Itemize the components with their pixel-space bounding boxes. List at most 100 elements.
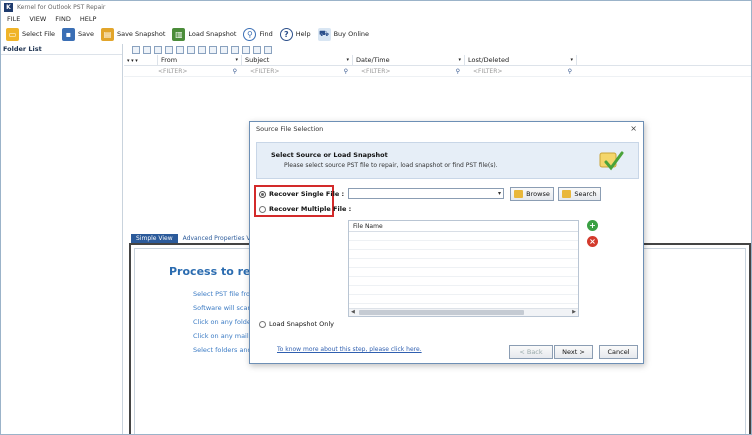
next-button[interactable]: Next > bbox=[554, 345, 593, 359]
browse-button[interactable]: Browse bbox=[510, 187, 554, 201]
title-bar: K Kernel for Outlook PST Repair bbox=[1, 1, 751, 13]
close-icon: × bbox=[589, 236, 596, 246]
menu-find[interactable]: FIND bbox=[55, 15, 71, 23]
filter-lost-deleted-placeholder: <FILTER> bbox=[473, 67, 503, 75]
process-step-4: Click on any mail to bbox=[193, 332, 258, 340]
filter-date-time-placeholder: <FILTER> bbox=[361, 67, 391, 75]
filter-from[interactable]: <FILTER> ⚲ bbox=[150, 66, 242, 77]
file-name-list[interactable]: File Name ◀ ▶ bbox=[348, 220, 579, 317]
view-icon-9[interactable] bbox=[220, 45, 228, 54]
save-snapshot-button[interactable]: ▤ Save Snapshot bbox=[100, 27, 166, 41]
tab-simple-view[interactable]: Simple View bbox=[131, 234, 178, 243]
magnifier-icon: ⚲ bbox=[567, 67, 572, 75]
close-icon[interactable]: × bbox=[630, 124, 637, 133]
scrollbar-thumb[interactable] bbox=[359, 310, 524, 315]
chevron-right-icon[interactable]: ▶ bbox=[572, 309, 576, 315]
list-item bbox=[349, 232, 578, 241]
chevron-down-icon: ▾ bbox=[458, 56, 461, 63]
buy-online-button[interactable]: ⛟ Buy Online bbox=[317, 27, 370, 41]
save-button[interactable]: ▪ Save bbox=[62, 27, 94, 41]
filter-subject[interactable]: <FILTER> ⚲ bbox=[242, 66, 353, 77]
column-from-label: From bbox=[161, 55, 178, 64]
dialog-banner: Select Source or Load Snapshot Please se… bbox=[256, 142, 639, 179]
list-item bbox=[349, 277, 578, 286]
load-snapshot-icon: ▥ bbox=[172, 27, 186, 41]
grid-filter-row: <FILTER> ⚲ <FILTER> ⚲ <FILTER> ⚲ <FILTER… bbox=[124, 66, 751, 77]
chevron-down-icon: ▾ bbox=[570, 56, 573, 63]
view-icon-12[interactable] bbox=[253, 45, 261, 54]
column-lost-deleted-label: Lost/Deleted bbox=[468, 55, 510, 64]
banner-title: Select Source or Load Snapshot bbox=[271, 151, 388, 159]
folder-icon bbox=[514, 190, 524, 198]
save-snapshot-label: Save Snapshot bbox=[116, 30, 166, 38]
source-file-selection-dialog: Source File Selection × Select Source or… bbox=[249, 121, 644, 364]
recover-single-file-radio[interactable]: Recover Single File : bbox=[259, 190, 344, 198]
load-snapshot-button[interactable]: ▥ Load Snapshot bbox=[172, 27, 237, 41]
load-snapshot-only-radio[interactable]: Load Snapshot Only bbox=[259, 320, 334, 328]
view-icon-6[interactable] bbox=[187, 45, 195, 54]
remove-file-button[interactable]: × bbox=[587, 236, 598, 247]
file-name-column-header: File Name bbox=[349, 221, 578, 232]
folder-list-header: Folder List bbox=[1, 44, 122, 55]
buy-online-label: Buy Online bbox=[333, 30, 370, 38]
help-link[interactable]: To know more about this step, please cli… bbox=[277, 346, 422, 353]
back-button[interactable]: < Back bbox=[509, 345, 553, 359]
horizontal-scrollbar[interactable]: ◀ ▶ bbox=[349, 308, 578, 316]
view-icon-1[interactable] bbox=[132, 45, 140, 54]
column-date-time-label: Date/Time bbox=[356, 55, 390, 64]
radio-dot bbox=[259, 205, 266, 213]
view-icon-10[interactable] bbox=[231, 45, 239, 54]
view-icon-11[interactable] bbox=[242, 45, 250, 54]
view-icon-7[interactable] bbox=[198, 45, 206, 54]
menu-help[interactable]: HELP bbox=[80, 15, 97, 23]
radio-dot bbox=[259, 320, 266, 328]
recover-single-file-label: Recover Single File : bbox=[269, 190, 345, 198]
view-icon-4[interactable] bbox=[165, 45, 173, 54]
folder-list-pane: Folder List bbox=[1, 44, 123, 434]
grid-column-header: ▾ ▾ ▾ From ▾ Subject ▾ Date/Time ▾ Lost/… bbox=[124, 54, 751, 66]
list-item bbox=[349, 286, 578, 295]
find-label: Find bbox=[259, 30, 273, 38]
view-icon-strip bbox=[124, 44, 751, 55]
chevron-down-icon: ▾ bbox=[346, 56, 349, 63]
save-label: Save bbox=[78, 30, 94, 38]
list-item bbox=[349, 268, 578, 277]
menu-view[interactable]: VIEW bbox=[29, 15, 46, 23]
find-button[interactable]: ⚲ Find bbox=[243, 27, 273, 41]
source-file-path-select[interactable]: ▾ bbox=[348, 188, 504, 199]
search-button[interactable]: Search bbox=[558, 187, 601, 201]
column-from[interactable]: From ▾ bbox=[158, 54, 242, 66]
column-flags[interactable]: ▾ ▾ ▾ bbox=[124, 54, 158, 66]
toolbar: ▭ Select File ▪ Save ▤ Save Snapshot ▥ L… bbox=[1, 24, 751, 44]
load-snapshot-label: Load Snapshot bbox=[188, 30, 237, 38]
view-icon-13[interactable] bbox=[264, 45, 272, 54]
view-icon-3[interactable] bbox=[154, 45, 162, 54]
select-file-label: Select File bbox=[22, 30, 55, 38]
app-title: Kernel for Outlook PST Repair bbox=[17, 3, 106, 11]
view-icon-5[interactable] bbox=[176, 45, 184, 54]
list-item bbox=[349, 250, 578, 259]
view-icon-2[interactable] bbox=[143, 45, 151, 54]
help-label: Help bbox=[295, 30, 311, 38]
menu-file[interactable]: FILE bbox=[7, 15, 20, 23]
list-item bbox=[349, 259, 578, 268]
view-icon-8[interactable] bbox=[209, 45, 217, 54]
select-file-button[interactable]: ▭ Select File bbox=[6, 27, 55, 41]
tab-advanced-properties[interactable]: Advanced Properties V bbox=[178, 234, 256, 243]
cancel-button[interactable]: Cancel bbox=[599, 345, 638, 359]
chevron-down-icon: ▾ bbox=[497, 190, 501, 197]
recover-multiple-file-radio[interactable]: Recover Multiple File : bbox=[259, 205, 351, 213]
help-button[interactable]: ? Help bbox=[279, 27, 311, 41]
chevron-down-icon: ▾ bbox=[235, 56, 238, 63]
filter-date-time[interactable]: <FILTER> ⚲ bbox=[353, 66, 465, 77]
column-date-time[interactable]: Date/Time ▾ bbox=[353, 54, 465, 66]
column-lost-deleted[interactable]: Lost/Deleted ▾ bbox=[465, 54, 577, 66]
plus-icon: + bbox=[589, 220, 596, 230]
add-file-button[interactable]: + bbox=[587, 220, 598, 231]
filter-lost-deleted[interactable]: <FILTER> ⚲ bbox=[465, 66, 577, 77]
column-subject[interactable]: Subject ▾ bbox=[242, 54, 353, 66]
chevron-left-icon[interactable]: ◀ bbox=[351, 309, 355, 315]
column-subject-label: Subject bbox=[245, 55, 270, 64]
app-logo: K bbox=[4, 2, 13, 12]
search-folder-icon bbox=[562, 190, 572, 198]
